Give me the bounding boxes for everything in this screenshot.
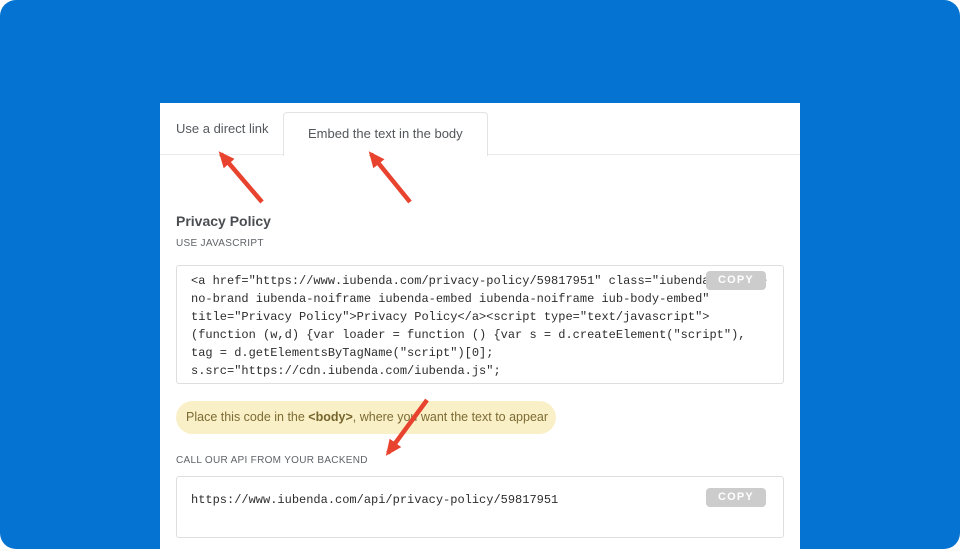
code-line: <a href="https://www.iubenda.com/privacy… [191,272,769,290]
code-line: s.src="https://cdn.iubenda.com/iubenda.j… [191,362,769,380]
page-title: Privacy Policy [176,213,271,229]
use-javascript-label: USE JAVASCRIPT [176,238,264,249]
tab-bar: Use a direct link Embed the text in the … [160,103,800,155]
notice-body-tag: <body> [308,410,352,424]
notice-text-after: , where you want the text to appear [353,410,548,424]
placement-notice: Place this code in the <body>, where you… [176,401,556,434]
copy-api-url-button[interactable]: COPY [706,488,766,507]
javascript-embed-code-box[interactable]: <a href="https://www.iubenda.com/privacy… [176,265,784,384]
code-line: tag = d.getElementsByTagName("script")[0… [191,344,769,362]
api-url-text: https://www.iubenda.com/api/privacy-poli… [191,491,769,509]
tab-use-a-direct-link[interactable]: Use a direct link [160,103,284,154]
code-line: tag.parentNode.insertBefore(s,tag);}; if… [191,380,769,384]
code-line: (function (w,d) {var loader = function (… [191,326,769,344]
call-our-api-label: CALL OUR API FROM YOUR BACKEND [176,455,368,466]
code-line: title="Privacy Policy">Privacy Policy</a… [191,308,769,326]
api-url-code-box[interactable]: https://www.iubenda.com/api/privacy-poli… [176,476,784,538]
tab-embed-the-text-in-the-body[interactable]: Embed the text in the body [283,112,488,156]
code-line: no-brand iubenda-noiframe iubenda-embed … [191,290,769,308]
notice-text-before: Place this code in the [186,410,308,424]
app-background: Use a direct link Embed the text in the … [0,0,960,549]
copy-javascript-button[interactable]: COPY [706,271,766,290]
embed-options-panel: Use a direct link Embed the text in the … [160,103,800,549]
